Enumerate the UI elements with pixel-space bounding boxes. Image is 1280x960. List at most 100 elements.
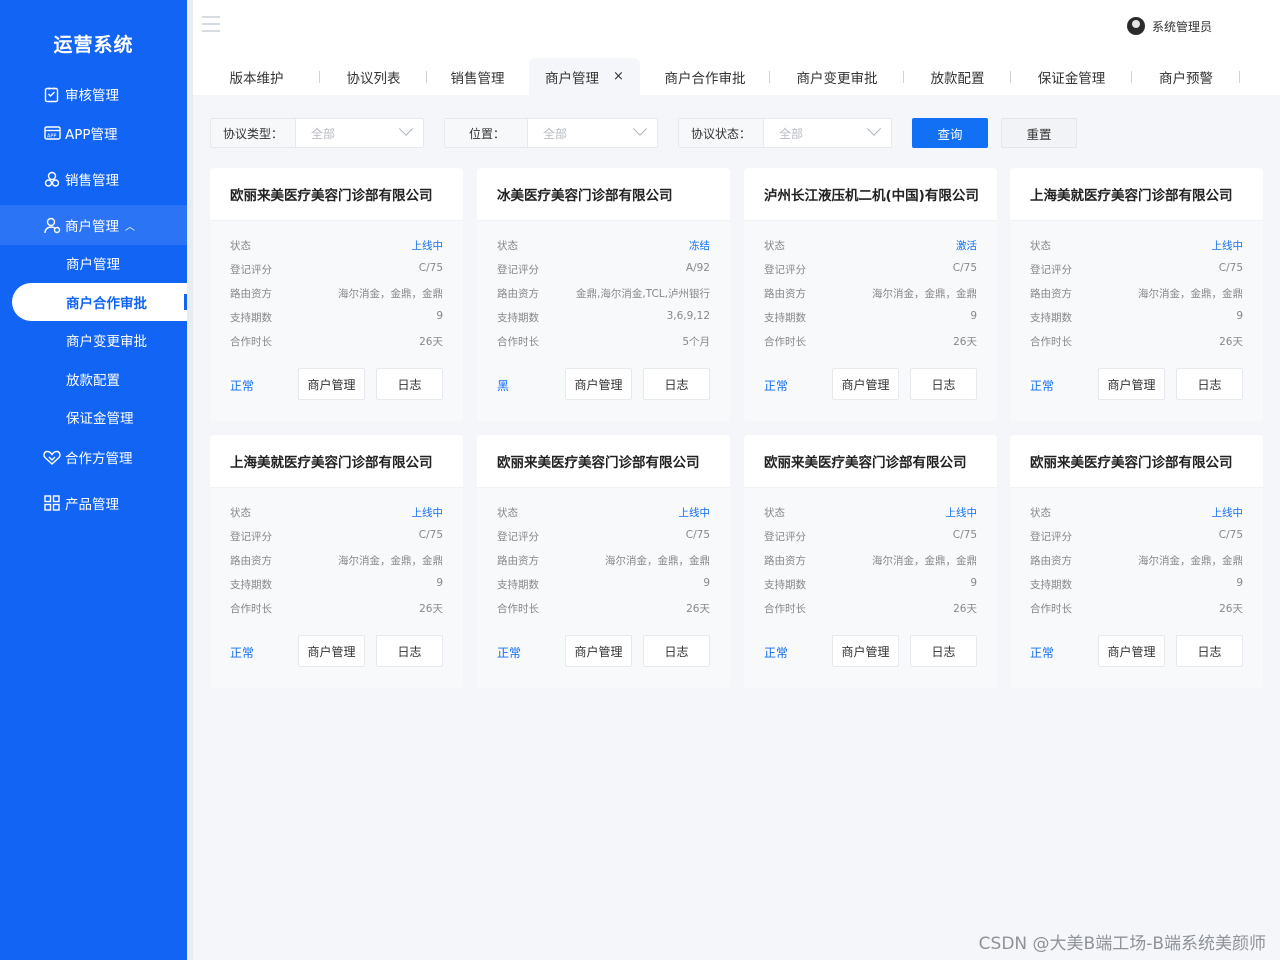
log-button[interactable]: 日志 — [643, 635, 710, 667]
merchant-manage-button[interactable]: 商户管理 — [298, 635, 365, 667]
card-field-label: 登记评分 — [1030, 531, 1072, 543]
log-button[interactable]: 日志 — [376, 368, 443, 400]
card-field-value: 9 — [1236, 577, 1243, 589]
sidebar-item-review[interactable]: 审核管理 — [0, 74, 187, 114]
card-status-link[interactable]: 正常 — [497, 644, 521, 661]
card-field-row: 合作时长 26天 — [230, 601, 443, 617]
filter-protocol-status[interactable]: 协议状态： 全部 — [678, 118, 892, 148]
card-field-label: 状态 — [230, 507, 251, 519]
card-field-row: 登记评分 C/75 — [497, 529, 710, 545]
card-title: 欧丽来美医疗美容门诊部有限公司 — [477, 435, 730, 488]
search-button[interactable]: 查询 — [912, 118, 988, 148]
merchant-manage-button[interactable]: 商户管理 — [565, 368, 632, 400]
grid-icon — [43, 494, 61, 512]
card-status-link[interactable]: 正常 — [230, 377, 254, 394]
card-field-row: 路由资方 海尔消金，金鼎，金鼎 — [230, 553, 443, 569]
card-field-label: 状态 — [1030, 240, 1051, 252]
card-status-link[interactable]: 黑 — [497, 377, 509, 394]
card-field-value: 上线中 — [945, 507, 978, 519]
card-title: 欧丽来美医疗美容门诊部有限公司 — [744, 435, 997, 488]
card-status-link[interactable]: 正常 — [764, 644, 788, 661]
chevron-up-icon: ︿ — [125, 221, 135, 233]
reset-button[interactable]: 重置 — [1001, 118, 1077, 148]
merchant-manage-button[interactable]: 商户管理 — [1098, 635, 1165, 667]
card-field-row: 路由资方 海尔消金，金鼎，金鼎 — [1030, 553, 1243, 569]
tab-merchant-warning[interactable]: 商户预警 — [1132, 58, 1240, 95]
merchant-manage-button[interactable]: 商户管理 — [832, 635, 899, 667]
sidebar-subitem-loan-config[interactable]: 放款配置 — [0, 360, 187, 398]
card-field-label: 路由资方 — [230, 555, 272, 567]
card-field-value: C/75 — [1218, 262, 1243, 274]
log-button[interactable]: 日志 — [910, 368, 977, 400]
tab-merchant-coop-approval[interactable]: 商户合作审批 — [640, 58, 770, 95]
card-field-value: C/75 — [952, 529, 977, 541]
card-body: 状态 上线中 登记评分 C/75 路由资方 海尔消金，金鼎，金鼎 支持期数 9 合作时长 26天正… — [1010, 488, 1263, 688]
card-status-link[interactable]: 正常 — [230, 644, 254, 661]
card-field-row: 合作时长 26天 — [1030, 334, 1243, 350]
card-status-link[interactable]: 正常 — [764, 377, 788, 394]
merchant-manage-button[interactable]: 商户管理 — [565, 635, 632, 667]
card-field-label: 路由资方 — [230, 288, 272, 300]
card-field-row: 登记评分 C/75 — [230, 262, 443, 278]
app-icon: APP — [43, 124, 61, 142]
tab-deposit[interactable]: 保证金管理 — [1011, 58, 1132, 95]
card-field-value: 金鼎,海尔消金,TCL,泸州银行 — [576, 288, 710, 300]
sidebar-subitem-deposit[interactable]: 保证金管理 — [0, 398, 187, 436]
card-field-row: 合作时长 5个月 — [497, 334, 710, 350]
sidebar-item-merchant[interactable]: 商户管理 ︿ — [0, 205, 187, 245]
card-field-value: 海尔消金，金鼎，金鼎 — [605, 555, 710, 567]
card-field-label: 状态 — [764, 507, 785, 519]
card-field-value: 冻结 — [689, 240, 710, 252]
tab-loan-config[interactable]: 放款配置 — [904, 58, 1011, 95]
card-field-row: 支持期数 9 — [497, 577, 710, 593]
log-button[interactable]: 日志 — [910, 635, 977, 667]
avatar — [1126, 17, 1145, 35]
tab-sales[interactable]: 销售管理 — [427, 58, 528, 95]
card-field-value: 海尔消金，金鼎，金鼎 — [338, 288, 443, 300]
menu-toggle-icon[interactable] — [202, 16, 220, 32]
card-field-value: 9 — [1236, 310, 1243, 322]
card-status-link[interactable]: 正常 — [1030, 377, 1054, 394]
sidebar-item-product[interactable]: 产品管理 — [0, 483, 187, 523]
clipboard-icon — [43, 85, 61, 103]
sidebar-item-app[interactable]: APP APP管理 — [0, 113, 187, 153]
tab-version[interactable]: 版本维护 — [193, 58, 320, 95]
tab-merchant[interactable]: 商户管理 × — [529, 58, 640, 95]
card-field-label: 路由资方 — [764, 555, 806, 567]
card-field-label: 状态 — [230, 240, 251, 252]
log-button[interactable]: 日志 — [376, 635, 443, 667]
chevron-down-icon — [866, 121, 882, 136]
card-field-label: 合作时长 — [1030, 603, 1072, 615]
card-field-row: 状态 上线中 — [764, 505, 977, 521]
sidebar-item-partner[interactable]: 合作方管理 — [0, 437, 187, 477]
close-icon[interactable]: × — [613, 69, 624, 84]
card-field-label: 登记评分 — [764, 264, 806, 276]
log-button[interactable]: 日志 — [1176, 635, 1243, 667]
sidebar-item-sales[interactable]: 销售管理 — [0, 159, 187, 199]
log-button[interactable]: 日志 — [1176, 368, 1243, 400]
sidebar-subitem-merchant-coop-approval[interactable]: 商户合作审批 — [12, 283, 187, 321]
card-field-value: 9 — [970, 310, 977, 322]
log-button[interactable]: 日志 — [643, 368, 710, 400]
user-menu[interactable]: 系统管理员 — [1126, 17, 1212, 35]
tab-merchant-change-approval[interactable]: 商户变更审批 — [770, 58, 904, 95]
merchant-card: 冰美医疗美容门诊部有限公司 状态 冻结 登记评分 A/92 路由资方 金鼎,海尔消金,TCL… — [477, 168, 730, 421]
chevron-down-icon — [632, 121, 648, 136]
card-field-value: 上线中 — [411, 240, 444, 252]
sidebar-subitem-merchant-manage[interactable]: 商户管理 — [0, 244, 187, 282]
card-field-value: 海尔消金，金鼎，金鼎 — [872, 288, 977, 300]
filter-location[interactable]: 位置： 全部 — [444, 118, 658, 148]
filter-protocol-type[interactable]: 协议类型： 全部 — [210, 118, 424, 148]
merchant-manage-button[interactable]: 商户管理 — [1098, 368, 1165, 400]
card-status-link[interactable]: 正常 — [1030, 644, 1054, 661]
card-field-label: 状态 — [764, 240, 785, 252]
merchant-manage-button[interactable]: 商户管理 — [298, 368, 365, 400]
card-field-row: 支持期数 9 — [230, 577, 443, 593]
card-field-row: 路由资方 海尔消金，金鼎，金鼎 — [764, 553, 977, 569]
merchant-manage-button[interactable]: 商户管理 — [832, 368, 899, 400]
card-field-row: 支持期数 9 — [764, 577, 977, 593]
card-field-value: 海尔消金，金鼎，金鼎 — [338, 555, 443, 567]
sidebar-subitem-merchant-change-approval[interactable]: 商户变更审批 — [0, 321, 187, 359]
card-field-label: 状态 — [497, 507, 518, 519]
tab-protocol-list[interactable]: 协议列表 — [320, 58, 427, 95]
